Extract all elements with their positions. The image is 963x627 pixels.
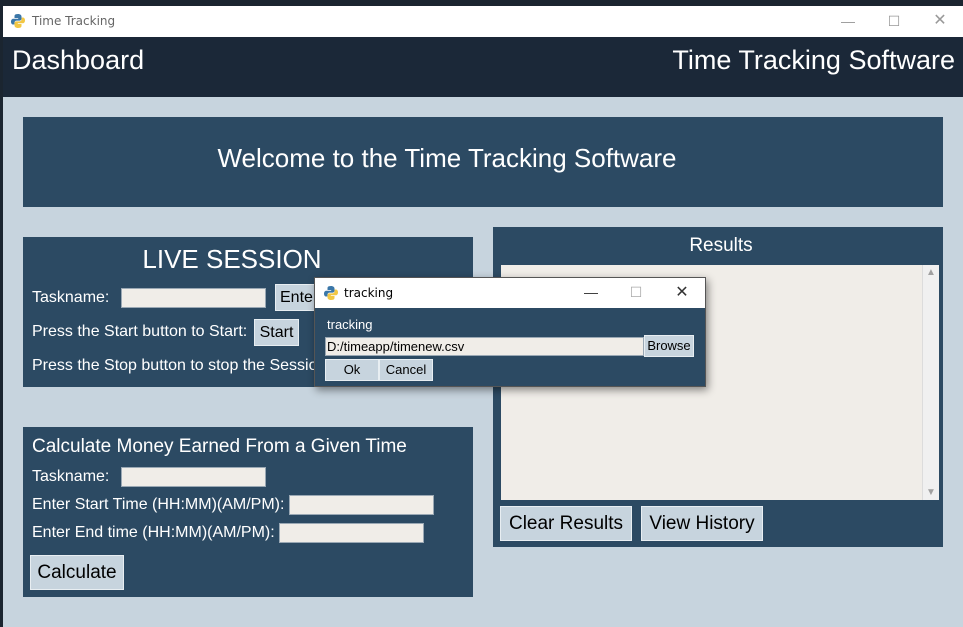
calc-taskname-label: Taskname: (32, 468, 110, 485)
end-time-input[interactable] (279, 523, 424, 543)
file-path-input[interactable] (325, 337, 644, 356)
dialog-label: tracking (327, 317, 373, 332)
app-name: Time Tracking Software (672, 45, 955, 75)
window-titlebar: Time Tracking — ☐ ✕ (3, 6, 963, 37)
welcome-banner: Welcome to the Time Tracking Software (23, 117, 943, 207)
welcome-text: Welcome to the Time Tracking Software (217, 143, 677, 173)
start-time-label: Enter Start Time (HH:MM)(AM/PM): (32, 496, 285, 513)
app-header: Dashboard Time Tracking Software (3, 37, 963, 97)
live-taskname-input[interactable] (121, 288, 266, 308)
view-history-button[interactable]: View History (641, 506, 763, 541)
dialog-minimize-button[interactable]: — (568, 278, 614, 308)
dialog-title: tracking (344, 286, 394, 300)
calculate-title: Calculate Money Earned From a Given Time (32, 436, 407, 457)
window-title: Time Tracking (32, 14, 116, 28)
end-time-label: Enter End time (HH:MM)(AM/PM): (32, 524, 275, 541)
live-taskname-label: Taskname: (32, 289, 110, 306)
dashboard-title: Dashboard (12, 45, 145, 75)
calculate-panel: Calculate Money Earned From a Given Time… (23, 427, 473, 597)
start-time-input[interactable] (289, 495, 434, 515)
browse-button[interactable]: Browse (644, 335, 694, 357)
minimize-button[interactable]: — (825, 6, 871, 37)
tracking-dialog: tracking — ☐ ✕ tracking Browse Ok Cancel (314, 277, 706, 387)
calc-taskname-input[interactable] (121, 467, 266, 487)
results-panel: Results ▲ ▼ Clear Results View History (493, 227, 943, 547)
live-session-title: LIVE SESSION (142, 244, 322, 274)
start-button[interactable]: Start (254, 319, 299, 346)
python-icon (11, 14, 25, 28)
close-button[interactable]: ✕ (917, 6, 963, 37)
results-scrollbar[interactable]: ▲ ▼ (922, 265, 939, 500)
clear-results-button[interactable]: Clear Results (500, 506, 632, 541)
ok-button[interactable]: Ok (325, 359, 379, 381)
start-prompt: Press the Start button to Start: (32, 323, 248, 340)
maximize-button[interactable]: ☐ (871, 6, 917, 37)
calculate-button[interactable]: Calculate (30, 555, 124, 590)
cancel-button[interactable]: Cancel (379, 359, 433, 381)
dialog-close-button[interactable]: ✕ (659, 278, 705, 308)
scroll-down-icon[interactable]: ▼ (923, 487, 939, 498)
python-icon (324, 286, 338, 300)
results-title: Results (689, 235, 753, 256)
dialog-titlebar: tracking — ☐ ✕ (315, 278, 705, 308)
dialog-maximize-button[interactable]: ☐ (613, 278, 659, 308)
scroll-up-icon[interactable]: ▲ (923, 267, 939, 278)
stop-prompt: Press the Stop button to stop the Sessio… (32, 357, 331, 374)
